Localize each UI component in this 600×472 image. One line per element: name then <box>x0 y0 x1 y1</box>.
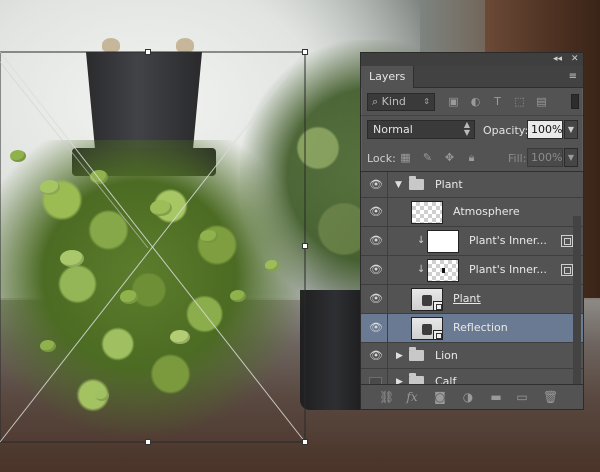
eye-icon: 👁︎ <box>369 321 383 334</box>
layer-name: Lion <box>435 348 458 362</box>
layer-thumbnail <box>411 201 443 224</box>
layer-name: Atmosphere <box>453 205 520 218</box>
layer-name: Plant <box>453 292 481 305</box>
close-panel-icon[interactable]: ✕ <box>571 53 579 66</box>
visibility-toggle[interactable]: 👁︎ <box>361 198 388 226</box>
tab-layers[interactable]: Layers <box>361 66 415 88</box>
blend-mode-value: Normal <box>373 123 413 136</box>
visibility-toggle[interactable]: 👁︎ <box>361 256 388 284</box>
layer-group-lion[interactable]: 👁︎ ▶ Lion <box>361 343 583 369</box>
lock-position-icon[interactable]: ✥ <box>443 151 456 164</box>
fill-dropdown-button[interactable]: ▼ <box>564 148 578 167</box>
mask-icon[interactable]: ◙ <box>433 390 447 404</box>
filter-toggle-switch[interactable] <box>571 94 579 109</box>
link-icon[interactable]: ⛓ <box>379 390 394 404</box>
fill-input[interactable]: 100% <box>527 148 563 167</box>
expand-caret-icon[interactable]: ▼ <box>395 179 402 191</box>
layers-list: 👁︎ ▼ Plant 👁︎ Atmosphere 👁︎ ↓ Plant's In… <box>361 172 583 395</box>
transform-handle-bottom[interactable] <box>145 439 151 445</box>
eye-icon: 👁︎ <box>369 348 383 362</box>
adjustment-filter-icon[interactable]: ◐ <box>469 95 482 108</box>
visibility-toggle[interactable]: 👁︎ <box>361 285 388 313</box>
search-icon: ⌕ <box>372 95 379 108</box>
layer-thumbnail <box>427 230 459 253</box>
type-filter-icon[interactable]: T <box>491 95 504 108</box>
opacity-input[interactable]: 100% <box>527 120 563 139</box>
lock-transparency-icon[interactable]: ▦ <box>399 151 412 164</box>
fx-icon[interactable]: fx <box>405 390 419 404</box>
image-filter-icon[interactable]: ▣ <box>447 95 460 108</box>
layers-scrollbar[interactable] <box>573 216 581 386</box>
layer-name: Plant <box>435 177 463 191</box>
eye-icon: 👁︎ <box>369 234 383 247</box>
lock-label: Lock: <box>367 152 396 165</box>
layer-plants-inner-1[interactable]: 👁︎ ↓ Plant's Inner... <box>361 227 583 256</box>
blend-row: Normal ▲ ▼ Opacity: 100% ▼ <box>361 116 583 144</box>
transform-handle-right[interactable] <box>302 243 308 249</box>
layer-filter-row: ⌕ Kind ⇕ ▣ ◐ T ⬚ ▤ <box>361 88 583 116</box>
clipping-mask-icon: ↓ <box>417 235 426 246</box>
layers-bottom-toolbar: ⛓ fx ◙ ◑ ▬ ▭ 🗑︎ <box>361 384 583 409</box>
visibility-toggle[interactable]: 👁︎ <box>361 172 388 197</box>
eye-icon: 👁︎ <box>369 263 383 276</box>
clipping-mask-icon: ↓ <box>417 264 426 275</box>
lock-all-icon[interactable]: 🔒︎ <box>465 151 478 164</box>
new-layer-icon[interactable]: ▭ <box>515 390 529 404</box>
expand-caret-icon[interactable]: ▶ <box>396 350 403 362</box>
opacity-dropdown-button[interactable]: ▼ <box>564 120 578 139</box>
eye-icon: 👁︎ <box>369 292 383 305</box>
layer-plant-smart-object[interactable]: 👁︎ Plant <box>361 285 583 314</box>
panel-tab-bar: Layers ≡ <box>361 66 583 88</box>
transform-handle-top-right[interactable] <box>302 49 308 55</box>
layer-thumbnail <box>411 288 443 311</box>
layer-atmosphere[interactable]: 👁︎ Atmosphere <box>361 198 583 227</box>
layer-group-plant[interactable]: 👁︎ ▼ Plant <box>361 172 583 198</box>
layers-panel: ◂◂ ✕ Layers ≡ ⌕ Kind ⇕ ▣ ◐ T ⬚ ▤ Normal … <box>360 52 584 410</box>
eye-icon: 👁︎ <box>369 205 383 218</box>
adjustment-icon[interactable]: ◑ <box>461 390 475 404</box>
smart-filter-badge-icon <box>561 264 573 276</box>
shape-filter-icon[interactable]: ⬚ <box>513 95 526 108</box>
lock-pixels-icon[interactable]: ✎ <box>421 151 434 164</box>
blend-mode-select[interactable]: Normal ▲ ▼ <box>367 120 475 139</box>
kind-filter-select[interactable]: ⌕ Kind ⇕ <box>367 93 435 111</box>
smart-object-icon <box>433 330 443 340</box>
opacity-label: Opacity: <box>483 124 529 137</box>
updown-arrows-icon: ⇕ <box>423 97 430 106</box>
new-group-icon[interactable]: ▬ <box>489 390 503 404</box>
panel-title-bar[interactable]: ◂◂ ✕ <box>361 53 583 66</box>
layer-reflection[interactable]: 👁︎ Reflection <box>361 314 583 343</box>
folder-icon <box>409 175 424 190</box>
layer-plants-inner-2[interactable]: 👁︎ ↓ Plant's Inner... <box>361 256 583 285</box>
panel-menu-icon[interactable]: ≡ <box>569 71 577 82</box>
layer-name: Plant's Inner... <box>469 234 547 247</box>
visibility-toggle[interactable]: 👁︎ <box>361 314 388 342</box>
layer-thumbnail <box>411 317 443 340</box>
smart-object-filter-icon[interactable]: ▤ <box>535 95 548 108</box>
trash-icon[interactable]: 🗑︎ <box>543 390 558 404</box>
updown-arrows-icon: ▲ ▼ <box>463 120 470 137</box>
eye-icon: 👁︎ <box>369 177 383 191</box>
transform-handle-top[interactable] <box>145 49 151 55</box>
collapse-panel-icon[interactable]: ◂◂ <box>553 53 562 66</box>
smart-filter-badge-icon <box>561 235 573 247</box>
folder-icon <box>409 346 424 361</box>
layer-name: Plant's Inner... <box>469 263 547 276</box>
layer-name: Reflection <box>453 321 508 334</box>
smart-object-icon <box>433 301 443 311</box>
layer-thumbnail <box>427 259 459 282</box>
visibility-toggle[interactable]: 👁︎ <box>361 227 388 255</box>
fill-label: Fill: <box>508 152 527 165</box>
lock-row: Lock: ▦ ✎ ✥ 🔒︎ Fill: 100% ▼ <box>361 144 583 172</box>
kind-filter-label: Kind <box>381 95 406 108</box>
transform-handle-bottom-right[interactable] <box>302 439 308 445</box>
visibility-toggle[interactable]: 👁︎ <box>361 343 388 368</box>
